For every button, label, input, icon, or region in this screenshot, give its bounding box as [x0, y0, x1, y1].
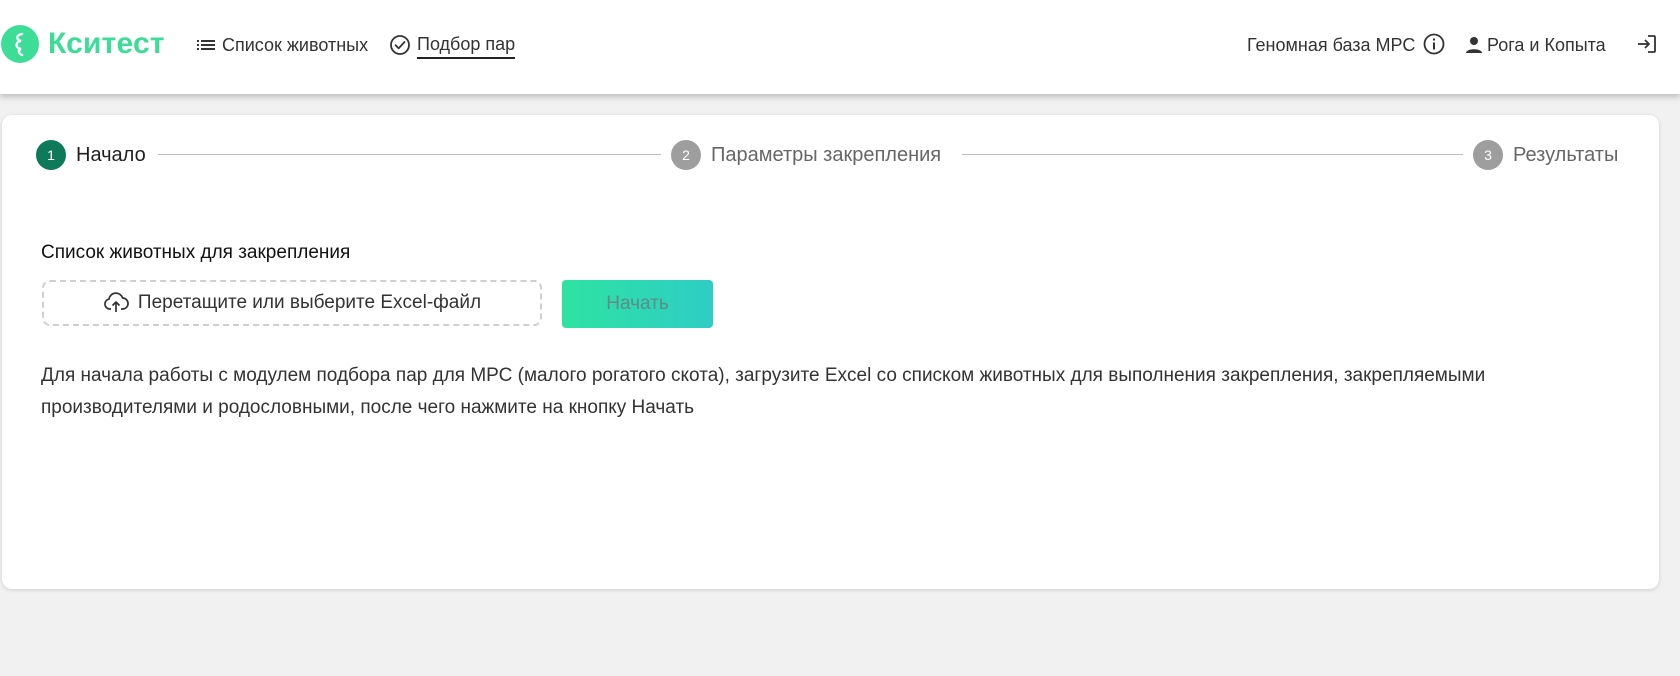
step-number: 3 — [1473, 140, 1503, 170]
step-connector — [158, 154, 661, 155]
step-label: Результаты — [1513, 143, 1619, 166]
user-icon — [1466, 37, 1482, 53]
nav-animal-list-label: Список животных — [222, 34, 369, 55]
step-number: 2 — [671, 140, 701, 170]
app-logo[interactable]: Кситест — [0, 24, 165, 64]
step-start: 1 Начало — [36, 140, 146, 170]
step-label: Начало — [76, 143, 146, 166]
logo-icon — [1, 25, 39, 63]
pair-selection-card: 1 Начало 2 Параметры закрепления 3 Резул… — [2, 115, 1659, 589]
genome-base-label: Геномная база МРС — [1247, 34, 1416, 55]
step-number: 1 — [36, 140, 66, 170]
start-button[interactable]: Начать — [562, 280, 713, 328]
section-title: Список животных для закрепления — [41, 242, 351, 263]
instructions-text: Для начала работы с модулем подбора пар … — [41, 365, 1486, 418]
info-icon[interactable] — [1422, 32, 1446, 61]
nav-pair-selection[interactable]: Подбор пар — [389, 30, 516, 60]
user-name: Рога и Копыта — [1487, 34, 1606, 55]
user-menu[interactable]: Рога и Копыта — [1464, 31, 1606, 59]
cloud-upload-icon — [103, 292, 129, 312]
step-connector — [962, 154, 1463, 155]
upload-label: Перетащите или выберите Excel-файл — [137, 292, 482, 313]
nav-animal-list[interactable]: Список животных — [196, 30, 368, 60]
logo-text: Кситест — [48, 27, 165, 60]
logout-icon[interactable] — [1635, 32, 1659, 61]
nav-pair-selection-label: Подбор пар — [417, 34, 516, 59]
step-label: Параметры закрепления — [711, 143, 942, 166]
step-results: 3 Результаты — [1473, 140, 1618, 170]
genome-base-link[interactable]: Геномная база МРС — [1247, 31, 1415, 59]
step-parameters: 2 Параметры закрепления — [671, 140, 941, 170]
top-header: Кситест Список животных Подбор пар Геном… — [0, 0, 1680, 94]
excel-upload-dropzone[interactable]: Перетащите или выберите Excel-файл — [42, 280, 542, 326]
list-icon — [197, 40, 215, 50]
check-circle-icon — [390, 35, 410, 55]
